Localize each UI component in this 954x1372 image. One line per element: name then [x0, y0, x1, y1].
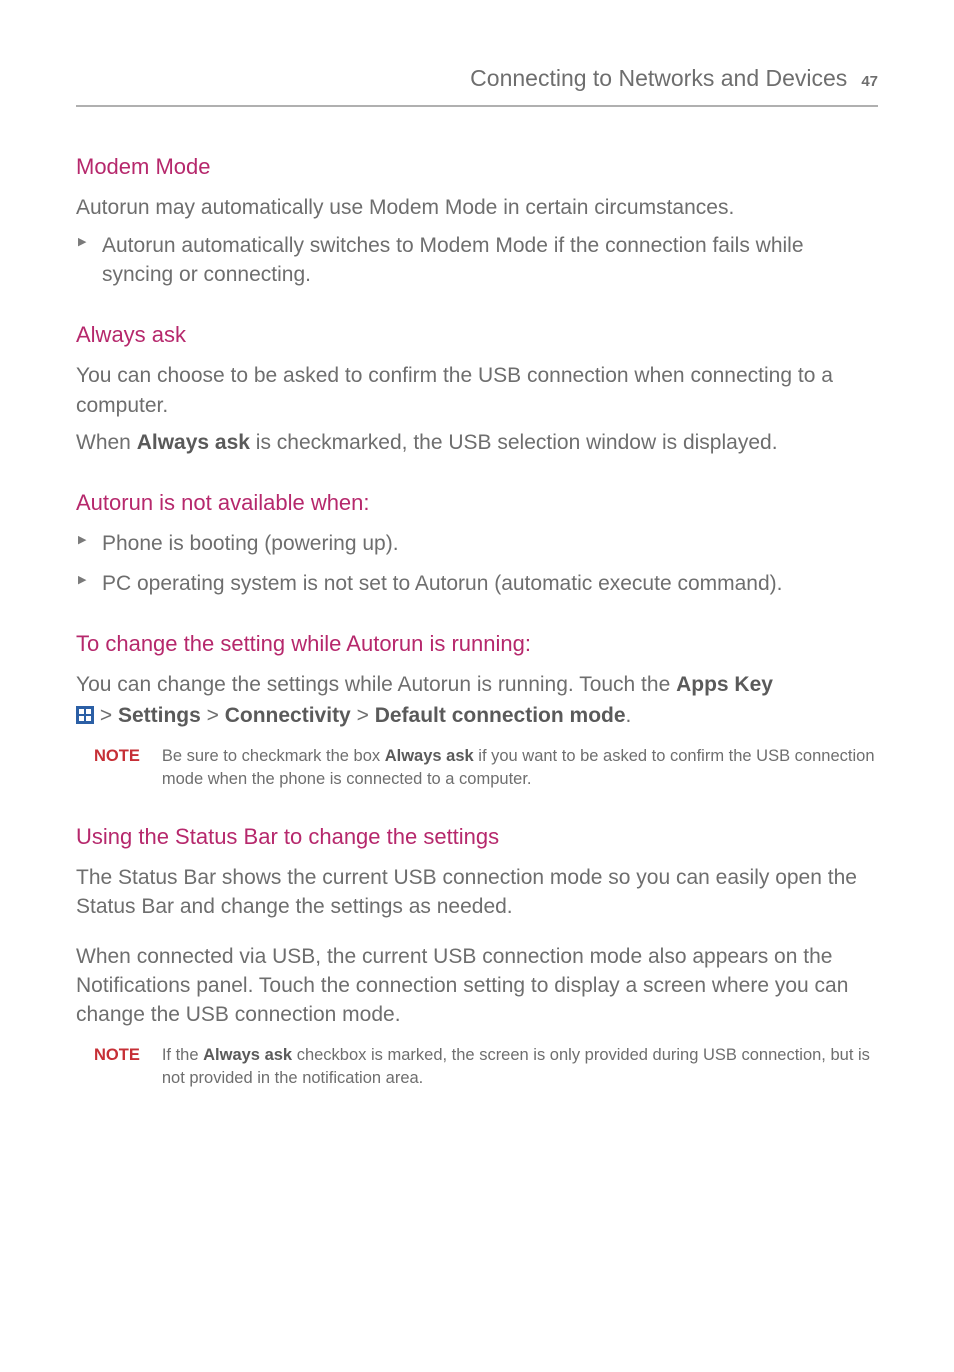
bold-text: Always ask	[385, 747, 474, 765]
section-always-ask: Always ask You can choose to be asked to…	[76, 319, 878, 457]
bullet-list: Phone is booting (powering up). PC opera…	[76, 529, 878, 598]
heading-autorun-unavailable: Autorun is not available when:	[76, 487, 878, 519]
header-title: Connecting to Networks and Devices	[470, 62, 847, 95]
heading-modem-mode: Modem Mode	[76, 151, 878, 183]
bold-text: Always ask	[203, 1046, 292, 1064]
paragraph: The Status Bar shows the current USB con…	[76, 863, 878, 922]
bold-text: Connectivity	[225, 704, 351, 727]
paragraph: > Settings > Connectivity > Default conn…	[76, 701, 878, 730]
section-status-bar: Using the Status Bar to change the setti…	[76, 821, 878, 1090]
heading-change-setting: To change the setting while Autorun is r…	[76, 628, 878, 660]
text: is checkmarked, the USB selection window…	[250, 431, 778, 454]
bold-text: Apps Key	[676, 673, 773, 696]
section-change-setting: To change the setting while Autorun is r…	[76, 628, 878, 791]
note-label: NOTE	[94, 1044, 140, 1090]
bullet-list: Autorun automatically switches to Modem …	[76, 231, 878, 290]
note-text: Be sure to checkmark the box Always ask …	[162, 745, 878, 791]
text: .	[626, 704, 632, 727]
list-item: PC operating system is not set to Autoru…	[76, 569, 878, 598]
paragraph: Autorun may automatically use Modem Mode…	[76, 193, 878, 222]
page-number: 47	[861, 71, 878, 93]
text: >	[201, 704, 225, 727]
text: You can change the settings while Autoru…	[76, 673, 676, 696]
note-block: NOTE If the Always ask checkbox is marke…	[76, 1044, 878, 1090]
bold-text: Default connection mode	[375, 704, 626, 727]
text: >	[351, 704, 375, 727]
paragraph: You can change the settings while Autoru…	[76, 670, 878, 699]
page-header: Connecting to Networks and Devices 47	[76, 62, 878, 107]
note-text: If the Always ask checkbox is marked, th…	[162, 1044, 878, 1090]
text: If the	[162, 1046, 203, 1064]
list-item: Autorun automatically switches to Modem …	[76, 231, 878, 290]
bold-text: Settings	[118, 704, 201, 727]
paragraph: You can choose to be asked to confirm th…	[76, 361, 878, 420]
paragraph: When connected via USB, the current USB …	[76, 942, 878, 1030]
text: When	[76, 431, 137, 454]
paragraph: When Always ask is checkmarked, the USB …	[76, 428, 878, 457]
list-item: Phone is booting (powering up).	[76, 529, 878, 558]
text: Be sure to checkmark the box	[162, 747, 385, 765]
note-block: NOTE Be sure to checkmark the box Always…	[76, 745, 878, 791]
apps-key-icon	[76, 706, 94, 724]
section-autorun-unavailable: Autorun is not available when: Phone is …	[76, 487, 878, 598]
heading-always-ask: Always ask	[76, 319, 878, 351]
bold-text: Always ask	[137, 431, 250, 454]
section-modem-mode: Modem Mode Autorun may automatically use…	[76, 151, 878, 289]
text: >	[94, 704, 118, 727]
note-label: NOTE	[94, 745, 140, 791]
heading-status-bar: Using the Status Bar to change the setti…	[76, 821, 878, 853]
